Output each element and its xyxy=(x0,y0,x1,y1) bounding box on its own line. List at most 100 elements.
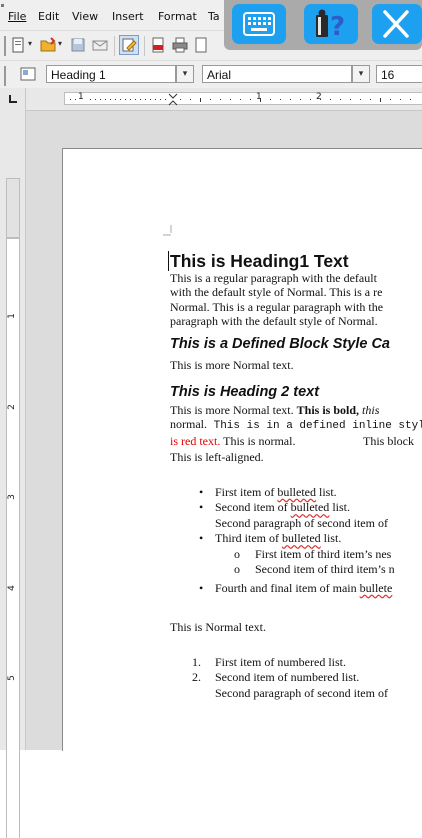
ruler-label-1: 1 xyxy=(78,92,84,102)
new-document-icon[interactable] xyxy=(10,37,26,53)
list-item-text: list. xyxy=(316,484,337,499)
open-dropdown-arrow-icon[interactable]: ▾ xyxy=(58,39,62,48)
edit-file-icon xyxy=(122,38,137,52)
spellcheck-word: bullete xyxy=(359,580,393,595)
text-cursor xyxy=(168,251,169,271)
vertical-ruler[interactable]: 1 2 3 4 5 xyxy=(0,110,26,838)
sub-bullet-icon: o xyxy=(234,562,240,577)
menu-table[interactable]: Ta xyxy=(208,10,220,23)
menu-insert[interactable]: Insert xyxy=(112,10,144,23)
heading-2: This is Heading 2 text xyxy=(170,384,320,401)
font-name-dropdown-icon[interactable]: ▾ xyxy=(352,65,370,83)
edit-mode-button[interactable] xyxy=(119,35,139,55)
numbered-item-continuation: Second paragraph of second item of xyxy=(170,686,422,702)
paragraph-style-combo[interactable]: Heading 1 xyxy=(46,65,176,83)
bullet-icon: • xyxy=(199,531,204,546)
page-preview-icon[interactable] xyxy=(193,37,209,53)
ruler-label-2: 2 xyxy=(316,92,322,102)
ruler-label-1b: 1 xyxy=(256,92,262,102)
bulleted-list: • First item of bulleted list. • Second it… xyxy=(170,485,422,597)
spellcheck-word: bulleted xyxy=(290,500,330,515)
normal-run: normal. xyxy=(170,417,207,432)
paragraph-style-dropdown-icon[interactable]: ▾ xyxy=(176,65,194,83)
more-normal-text: This is more Normal text. xyxy=(170,357,294,372)
toolbar-separator xyxy=(114,36,115,56)
email-icon[interactable] xyxy=(92,37,108,53)
open-folder-icon[interactable] xyxy=(40,37,56,53)
menu-edit[interactable]: Edit xyxy=(38,10,59,23)
tab-left-icon xyxy=(9,95,17,103)
sub-bullet-icon: o xyxy=(234,546,240,561)
toolbar-grip xyxy=(4,36,6,56)
bullet-icon: • xyxy=(199,500,204,515)
para-line: This is a regular paragraph with the def… xyxy=(170,271,377,285)
document-workspace[interactable]: This is Heading1 Text This is a regular … xyxy=(26,111,422,751)
close-icon xyxy=(383,10,409,38)
list-item-text: list. xyxy=(329,500,350,515)
para-line: with the default style of Normal. This i… xyxy=(170,285,383,300)
list-item-text: Second item of xyxy=(215,500,291,515)
export-pdf-icon[interactable] xyxy=(150,37,166,53)
keyboard-button[interactable] xyxy=(232,4,286,44)
list-item-text: list. xyxy=(320,531,342,546)
vruler-label-5: 5 xyxy=(6,675,17,681)
centered-block-run: This block xyxy=(363,433,414,448)
menu-edit-label: Edit xyxy=(38,10,60,23)
left-aligned-text: This is left-aligned. xyxy=(170,450,264,465)
menu-format[interactable]: Format xyxy=(158,10,197,23)
keyboard-icon xyxy=(243,12,275,36)
print-icon[interactable] xyxy=(172,37,188,53)
inline-style-run: This is in a defined inline styl xyxy=(207,420,422,433)
new-dropdown-arrow-icon[interactable]: ▾ xyxy=(28,39,32,48)
red-text-run: is red text. xyxy=(170,433,221,448)
svg-text:?: ? xyxy=(330,12,345,39)
styles-formatting-icon[interactable] xyxy=(20,66,36,82)
vruler-label-3: 3 xyxy=(6,494,17,500)
list-item: • Fourth and final item of main bullete xyxy=(170,581,422,597)
horizontal-ruler[interactable]: 1 1 2 xyxy=(64,92,422,106)
list-item-text: First item of third item’s nes xyxy=(255,546,392,561)
close-button[interactable] xyxy=(372,4,422,44)
mixed-line-1: This is more Normal text. This is bold, … xyxy=(170,403,422,417)
vertical-ruler-margin xyxy=(6,178,20,238)
defined-block-heading: This is a Defined Block Style Ca xyxy=(170,335,390,352)
menu-file[interactable]: File xyxy=(8,10,26,23)
toolbar-grip xyxy=(4,66,6,86)
numbered-item: 2. Second item of numbered list. xyxy=(170,670,422,686)
font-size-combo[interactable]: 16 xyxy=(376,65,422,83)
menu-grip xyxy=(1,4,4,7)
on-screen-keyboard-toolbar: ? xyxy=(224,0,422,50)
list-item-text: Fourth and final item of main xyxy=(215,580,360,595)
horizontal-ruler-row: 1 1 2 xyxy=(0,88,422,111)
toolbar-separator xyxy=(144,36,145,56)
list-item-continuation: Second paragraph of second item of xyxy=(170,516,422,532)
normal-run: This is more Normal text. xyxy=(170,403,297,418)
bold-run: This is bold, xyxy=(296,403,360,418)
list-item-text: First item of xyxy=(215,484,278,499)
save-icon[interactable] xyxy=(70,37,86,53)
tab-stop-selector[interactable] xyxy=(0,88,26,110)
formatting-toolbar: Heading 1 ▾ Arial ▾ 16 xyxy=(0,60,422,90)
paragraph-style-value: Heading 1 xyxy=(51,68,106,82)
list-item-text: First item of numbered list. xyxy=(215,654,346,669)
list-item-text: Second item of third item’s n xyxy=(255,562,395,577)
help-button[interactable]: ? xyxy=(304,4,358,44)
list-item-text: Third item of xyxy=(215,531,282,546)
numbered-list: 1. First item of numbered list. 2. Second … xyxy=(170,655,422,702)
menu-view[interactable]: View xyxy=(72,10,98,23)
list-number: 1. xyxy=(192,654,201,669)
ruler-ticks xyxy=(70,93,411,106)
numbered-item: 1. First item of numbered list. xyxy=(170,655,422,671)
list-item: • First item of bulleted list. xyxy=(170,485,422,501)
menu-file-label: File xyxy=(8,10,27,23)
nested-list-item: o First item of third item’s nes xyxy=(170,547,422,563)
para-line: Normal. This is a regular paragraph with… xyxy=(170,299,384,314)
font-name-value: Arial xyxy=(207,68,232,82)
menu-format-label: Format xyxy=(158,10,197,23)
document-text-area[interactable]: This is Heading1 Text This is a regular … xyxy=(168,251,422,702)
para-line: paragraph with the default style of Norm… xyxy=(170,314,378,329)
font-name-combo[interactable]: Arial xyxy=(202,65,352,83)
list-number: 2. xyxy=(192,670,201,685)
list-item: • Second item of bulleted list. xyxy=(170,500,422,516)
vruler-label-2: 2 xyxy=(6,404,17,410)
